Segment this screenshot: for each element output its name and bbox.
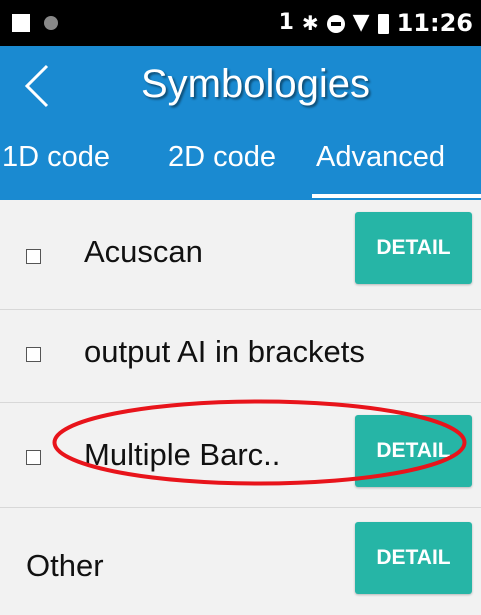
tab-selected-indicator [312,194,481,198]
output-ai-label: output AI in brackets [84,334,365,369]
status-right-icons: 1 ✱ ▼ 11:26 [271,9,473,37]
list-item-acuscan: Acuscan DETAIL [0,200,481,310]
list-item-output-ai: output AI in brackets [0,310,481,403]
dot-icon [44,16,58,30]
battery-icon [377,14,389,34]
sim-number: 1 [278,10,294,35]
do-not-disturb-icon [326,15,345,33]
image-icon [12,14,30,32]
status-time: 11:26 [396,9,473,37]
multiple-barcode-detail-button[interactable]: DETAIL [355,415,472,487]
tab-2d-code[interactable]: 2D code [168,126,276,200]
multiple-barcode-checkbox[interactable] [26,450,41,465]
wifi-icon: ▼ [352,10,370,35]
app-bar: Symbologies 1D code 2D code Advanced [0,46,481,200]
list-item-multiple-barcode: Multiple Barc.. DETAIL [0,403,481,508]
acuscan-checkbox[interactable] [26,249,41,264]
tab-bar: 1D code 2D code Advanced [0,126,481,200]
acuscan-label: Acuscan [84,234,203,269]
page-title: Symbologies [140,62,370,106]
tab-1d-code[interactable]: 1D code [2,126,110,200]
status-bar: 1 ✱ ▼ 11:26 [0,0,481,46]
other-detail-button[interactable]: DETAIL [355,522,472,594]
status-left-icons [12,14,58,32]
bluetooth-icon: ✱ [301,11,319,35]
other-label: Other [26,548,104,583]
tab-advanced[interactable]: Advanced [316,126,445,200]
multiple-barcode-label: Multiple Barc.. [84,437,281,472]
list-item-other: Other DETAIL [0,508,481,615]
output-ai-checkbox[interactable] [26,347,41,362]
acuscan-detail-button[interactable]: DETAIL [355,212,472,284]
